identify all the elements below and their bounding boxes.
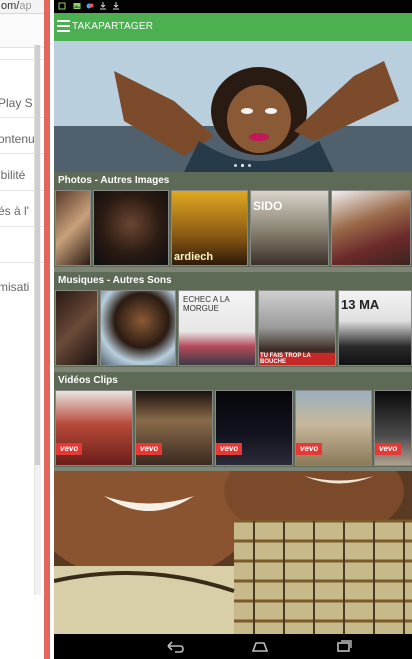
photos-strip[interactable]: ardiech SIDO bbox=[54, 189, 412, 267]
android-device: TAKAPARTAGER Photos - Autres Images ardi… bbox=[54, 0, 412, 659]
background-item[interactable]: Play S bbox=[0, 96, 33, 110]
carousel-dot[interactable] bbox=[248, 164, 251, 167]
navigation-bar bbox=[54, 634, 412, 659]
scrollbar-thumb[interactable] bbox=[35, 45, 40, 465]
background-item[interactable]: ibilité bbox=[0, 168, 25, 182]
music-thumb[interactable]: TU FAIS TROP LA BOUCHE bbox=[258, 290, 336, 366]
music-thumb[interactable] bbox=[55, 290, 98, 366]
videos-strip[interactable]: vevo vevo vevo vevo vevo bbox=[54, 389, 412, 467]
music-thumb[interactable]: ECHEC A LA MORGUE bbox=[178, 290, 256, 366]
url-text-rest: ap bbox=[19, 0, 32, 12]
photo-thumb[interactable] bbox=[55, 190, 91, 266]
music-strip[interactable]: ECHEC A LA MORGUE TU FAIS TROP LA BOUCHE… bbox=[54, 289, 412, 367]
background-toolbar bbox=[0, 14, 50, 48]
divider bbox=[0, 262, 50, 263]
music-thumb[interactable] bbox=[100, 290, 176, 366]
back-icon[interactable] bbox=[165, 639, 185, 654]
background-item[interactable]: misati bbox=[0, 280, 29, 294]
window-edge bbox=[44, 0, 50, 659]
app-bar: TAKAPARTAGER bbox=[54, 13, 412, 41]
background-url-bar[interactable]: om/ap bbox=[0, 0, 50, 14]
thumb-label: ECHEC A LA MORGUE bbox=[183, 295, 230, 313]
thumb-label: SIDO bbox=[253, 199, 283, 213]
vevo-badge: vevo bbox=[296, 443, 323, 455]
carousel-dot[interactable] bbox=[234, 164, 237, 167]
status-bar bbox=[54, 0, 412, 13]
divider bbox=[0, 117, 50, 118]
vevo-badge: vevo bbox=[375, 443, 402, 455]
section-title-photos[interactable]: Photos - Autres Images bbox=[54, 172, 412, 189]
content-area[interactable]: Photos - Autres Images ardiech SIDO Musi… bbox=[54, 41, 412, 634]
download-icon bbox=[112, 2, 120, 10]
divider bbox=[0, 59, 50, 60]
thumb-label: 13 MA bbox=[341, 297, 380, 312]
url-text: om/ bbox=[1, 0, 20, 12]
divider bbox=[0, 153, 50, 154]
game-icon bbox=[86, 2, 94, 10]
background-item[interactable]: l bbox=[0, 240, 1, 254]
video-thumb[interactable]: vevo bbox=[55, 390, 133, 466]
thumb-label: TU FAIS TROP LA BOUCHE bbox=[260, 353, 335, 365]
video-thumb[interactable]: vevo bbox=[295, 390, 372, 466]
video-thumb[interactable]: vevo bbox=[135, 390, 213, 466]
carousel-indicator[interactable] bbox=[234, 164, 264, 168]
video-thumb[interactable]: vevo bbox=[215, 390, 293, 466]
banner-carousel[interactable] bbox=[54, 41, 412, 172]
divider bbox=[0, 190, 50, 191]
section-title-music[interactable]: Musiques - Autres Sons bbox=[54, 272, 412, 289]
carousel-dot-active[interactable] bbox=[241, 164, 244, 167]
image-icon bbox=[73, 2, 81, 10]
download-icon bbox=[99, 2, 107, 10]
recents-icon[interactable] bbox=[334, 639, 354, 654]
background-photo bbox=[54, 471, 412, 634]
vevo-badge: vevo bbox=[216, 443, 243, 455]
notification-icon bbox=[58, 2, 66, 10]
vevo-badge: vevo bbox=[136, 443, 163, 455]
divider bbox=[0, 226, 50, 227]
photo-thumb[interactable] bbox=[331, 190, 411, 266]
video-thumb[interactable]: vevo bbox=[374, 390, 412, 466]
app-title: TAKAPARTAGER bbox=[72, 21, 154, 32]
banner-image bbox=[54, 41, 412, 172]
home-icon[interactable] bbox=[250, 639, 270, 654]
background-item[interactable]: ontenu bbox=[0, 132, 35, 146]
music-thumb[interactable]: 13 MA bbox=[338, 290, 412, 366]
photo-thumb[interactable]: ardiech bbox=[171, 190, 248, 266]
photo-thumb[interactable]: SIDO bbox=[250, 190, 329, 266]
section-title-videos[interactable]: Vidéos Clips bbox=[54, 372, 412, 389]
menu-icon[interactable] bbox=[57, 20, 70, 32]
vevo-badge: vevo bbox=[56, 443, 83, 455]
thumb-label: ardiech bbox=[174, 251, 214, 263]
smiling-faces-image bbox=[54, 471, 412, 634]
photo-thumb[interactable] bbox=[93, 190, 169, 266]
background-settings-page: om/ap Play S ontenu ibilité és à l' l mi… bbox=[0, 0, 50, 659]
screen: om/ap Play S ontenu ibilité és à l' l mi… bbox=[0, 0, 412, 659]
background-item[interactable]: és à l' bbox=[0, 204, 29, 218]
